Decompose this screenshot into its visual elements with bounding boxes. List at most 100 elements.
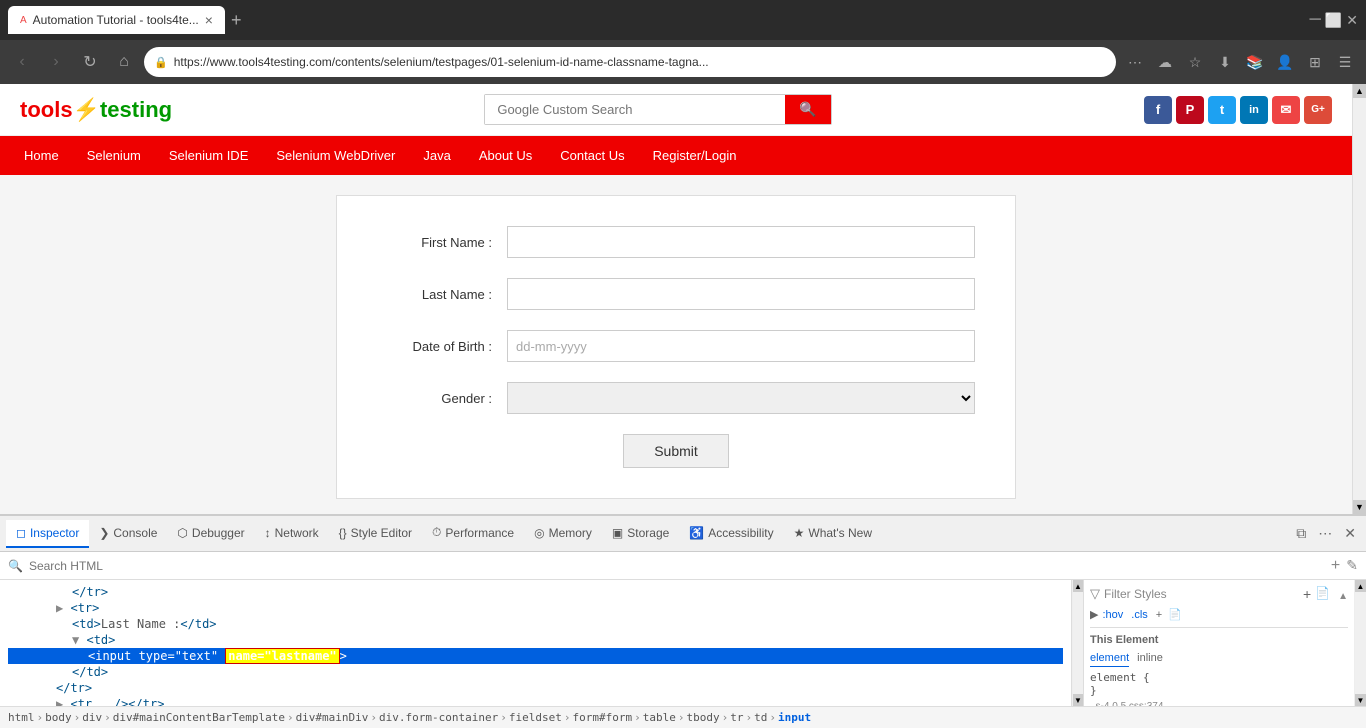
pick-element-button[interactable]: ✎ <box>1346 557 1358 574</box>
tab-console[interactable]: ❯ Console <box>89 520 167 548</box>
nav-selenium-ide[interactable]: Selenium IDE <box>155 136 262 175</box>
styles-scroll-up[interactable]: ▲ <box>1338 591 1348 602</box>
styles-file-icon[interactable]: 📄 <box>1315 586 1330 602</box>
scroll-down[interactable]: ▼ <box>1353 500 1366 514</box>
tab-debugger[interactable]: ⬡ Debugger <box>167 520 254 548</box>
close-window-button[interactable]: ✕ <box>1346 12 1358 29</box>
tab-memory[interactable]: ◎ Memory <box>524 520 602 548</box>
pinterest-icon[interactable]: P <box>1176 96 1204 124</box>
html-line[interactable]: ▶ <tr … /></tr> <box>8 696 1063 706</box>
download-icon[interactable]: ⬇ <box>1212 49 1238 75</box>
first-name-input[interactable] <box>507 226 975 258</box>
styles-add-rule[interactable]: + <box>1303 586 1311 602</box>
debugger-label: Debugger <box>192 526 245 540</box>
tab-inspector[interactable]: ◻ Inspector <box>6 520 89 548</box>
twitter-icon[interactable]: t <box>1208 96 1236 124</box>
breadcrumb-tr[interactable]: tr <box>730 711 743 724</box>
breadcrumb-td[interactable]: td <box>754 711 767 724</box>
nav-java[interactable]: Java <box>409 136 464 175</box>
browser-tab[interactable]: A Automation Tutorial - tools4te... × <box>8 6 225 34</box>
tab-performance[interactable]: ⏱ Performance <box>422 519 524 548</box>
styles-scroll-up-btn[interactable]: ▲ <box>1355 580 1366 592</box>
address-bar[interactable]: 🔒 https://www.tools4testing.com/contents… <box>144 47 1116 77</box>
breadcrumb-table[interactable]: table <box>643 711 676 724</box>
search-button[interactable]: 🔍 <box>785 95 830 124</box>
html-line[interactable]: </tr> <box>8 584 1063 600</box>
styles-scrollbar[interactable]: ▲ ▼ <box>1354 580 1366 706</box>
styles-scroll-down-btn[interactable]: ▼ <box>1355 694 1366 706</box>
tab-whats-new[interactable]: ★ What's New <box>784 520 882 548</box>
refresh-button[interactable]: ↻ <box>76 48 104 76</box>
breadcrumb-fieldset[interactable]: fieldset <box>509 711 562 724</box>
dock-button[interactable]: ⧉ <box>1292 523 1310 544</box>
tab-close-button[interactable]: × <box>205 12 213 28</box>
this-element-tab-element[interactable]: element <box>1090 650 1129 667</box>
search-html-input[interactable] <box>29 559 1325 573</box>
forward-button[interactable]: › <box>42 48 70 76</box>
favicon: A <box>20 15 27 26</box>
googleplus-icon[interactable]: G+ <box>1304 96 1332 124</box>
minimize-button[interactable]: ─ <box>1309 11 1320 29</box>
nav-contact-us[interactable]: Contact Us <box>546 136 638 175</box>
breadcrumb-html[interactable]: html <box>8 711 35 724</box>
breadcrumb-form[interactable]: form#form <box>573 711 633 724</box>
email-icon[interactable]: ✉ <box>1272 96 1300 124</box>
memory-icon: ◎ <box>534 526 544 540</box>
menu-button[interactable]: ☰ <box>1332 49 1358 75</box>
pseudo-add[interactable]: + <box>1156 609 1162 621</box>
scrollbar[interactable]: ▲ ▼ <box>1352 84 1366 514</box>
last-name-input[interactable] <box>507 278 975 310</box>
breadcrumb-input[interactable]: input <box>778 711 811 724</box>
sync-icon[interactable]: 👤 <box>1272 49 1298 75</box>
pocket-icon[interactable]: ☁ <box>1152 49 1178 75</box>
bookmark-icon[interactable]: ☆ <box>1182 49 1208 75</box>
submit-button[interactable]: Submit <box>623 434 729 468</box>
last-name-row: Last Name : <box>377 278 975 310</box>
site-logo[interactable]: tools⚡testing <box>20 97 172 123</box>
tab-network[interactable]: ↕ Network <box>255 520 329 548</box>
library-icon[interactable]: 📚 <box>1242 49 1268 75</box>
breadcrumb-body[interactable]: body <box>45 711 72 724</box>
home-button[interactable]: ⌂ <box>110 48 138 76</box>
html-scrollbar[interactable]: ▲ ▼ <box>1072 580 1084 706</box>
breadcrumb-div-main-template[interactable]: div#mainContentBarTemplate <box>113 711 285 724</box>
pseudo-file[interactable]: 📄 <box>1168 608 1182 621</box>
close-devtools-button[interactable]: ✕ <box>1340 523 1360 544</box>
add-node-button[interactable]: + <box>1331 557 1340 575</box>
this-element-header: This Element <box>1090 634 1348 646</box>
html-line-selected[interactable]: <input type="text" name="lastname"> <box>8 648 1063 664</box>
tab-storage[interactable]: ▣ Storage <box>602 520 679 548</box>
html-line[interactable]: ▶ <tr> <box>8 600 1063 616</box>
gender-select[interactable]: Male Female <box>507 382 975 414</box>
back-button[interactable]: ‹ <box>8 48 36 76</box>
html-scroll-up[interactable]: ▲ <box>1073 580 1083 592</box>
tab-style-editor[interactable]: {} Style Editor <box>329 520 422 548</box>
nav-selenium[interactable]: Selenium <box>73 136 155 175</box>
extensions-icon[interactable]: ⊞ <box>1302 49 1328 75</box>
pseudo-header[interactable]: ▶ :hov .cls + 📄 <box>1090 608 1348 621</box>
facebook-icon[interactable]: f <box>1144 96 1172 124</box>
search-input[interactable] <box>485 95 785 124</box>
breadcrumb-div-main[interactable]: div#mainDiv <box>296 711 369 724</box>
nav-about-us[interactable]: About Us <box>465 136 546 175</box>
breadcrumb-div-form[interactable]: div.form-container <box>379 711 498 724</box>
dob-input[interactable] <box>507 330 975 362</box>
nav-selenium-webdriver[interactable]: Selenium WebDriver <box>262 136 409 175</box>
breadcrumb-div1[interactable]: div <box>82 711 102 724</box>
more-options-button[interactable]: ⋯ <box>1314 523 1336 544</box>
more-button[interactable]: ⋯ <box>1122 49 1148 75</box>
this-element-tab-inline[interactable]: inline <box>1137 650 1163 667</box>
scroll-up[interactable]: ▲ <box>1353 84 1366 98</box>
new-tab-button[interactable]: + <box>231 10 242 31</box>
restore-button[interactable]: ⬜ <box>1325 12 1342 29</box>
html-line[interactable]: </td> <box>8 664 1063 680</box>
html-line[interactable]: ▼ <td> <box>8 632 1063 648</box>
breadcrumb-tbody[interactable]: tbody <box>686 711 719 724</box>
linkedin-icon[interactable]: in <box>1240 96 1268 124</box>
nav-home[interactable]: Home <box>10 136 73 175</box>
html-line[interactable]: <td>Last Name :</td> <box>8 616 1063 632</box>
html-line[interactable]: </tr> <box>8 680 1063 696</box>
html-scroll-down[interactable]: ▼ <box>1073 694 1083 706</box>
nav-register-login[interactable]: Register/Login <box>639 136 751 175</box>
tab-accessibility[interactable]: ♿ Accessibility <box>679 520 783 548</box>
